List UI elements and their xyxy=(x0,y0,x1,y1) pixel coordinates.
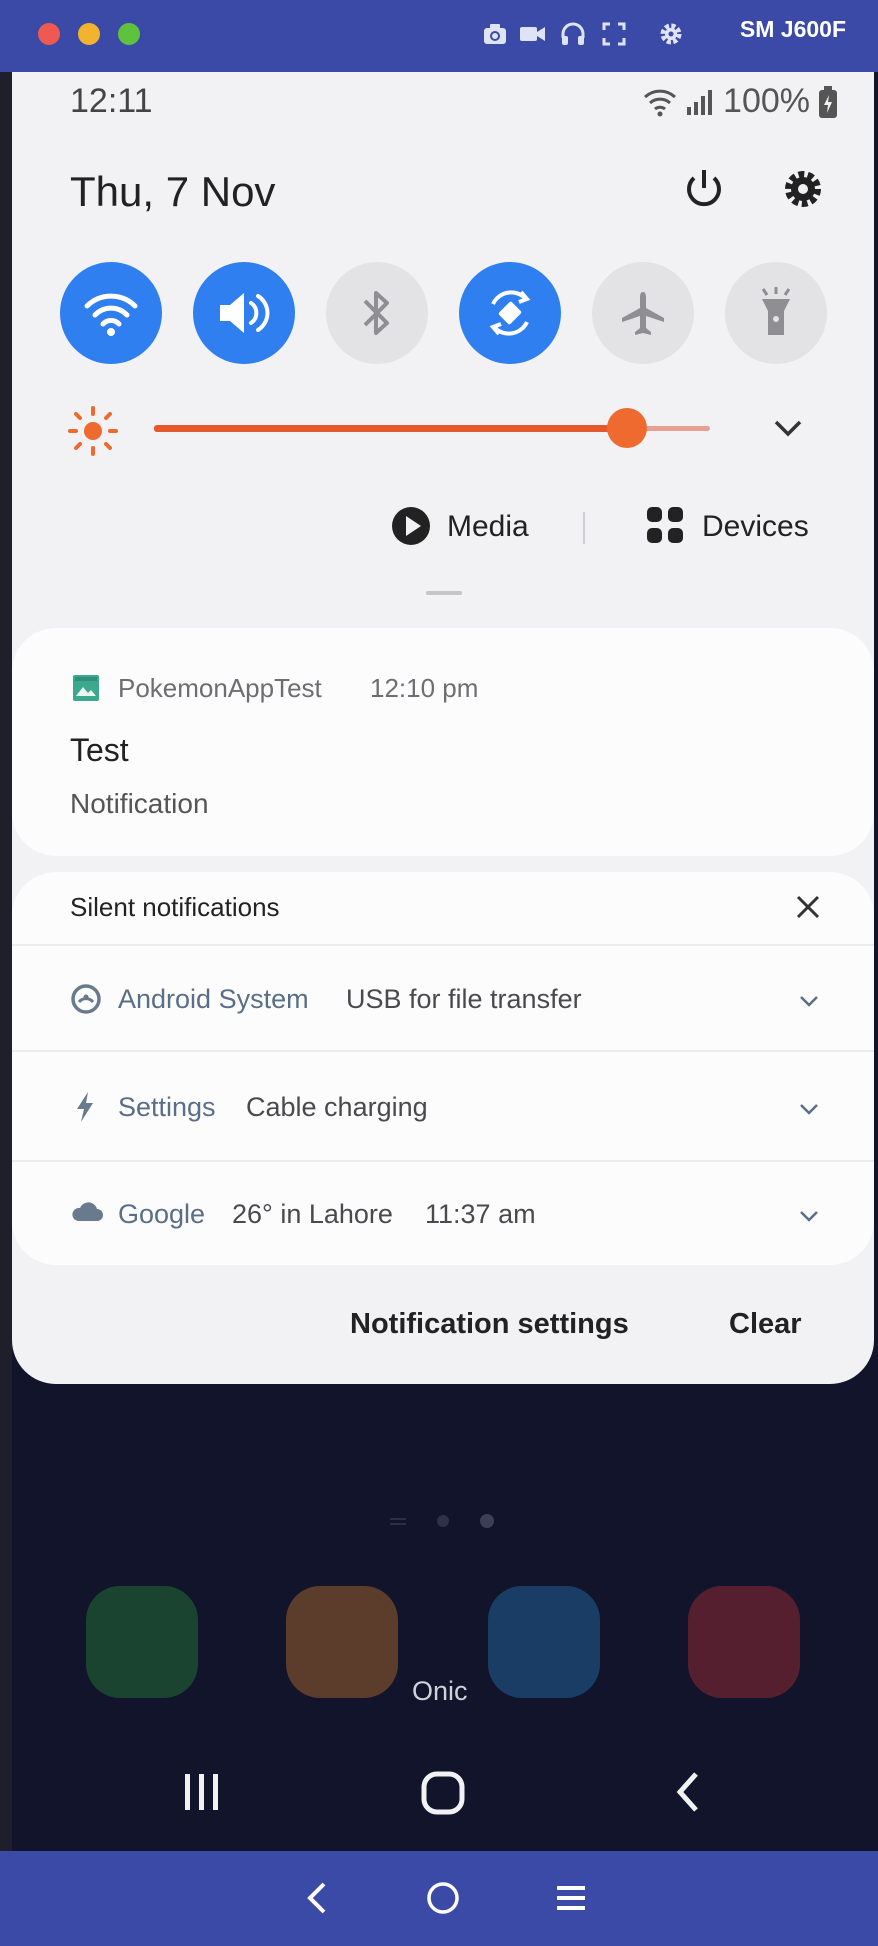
sound-toggle[interactable] xyxy=(193,262,295,364)
minimize-window-button[interactable] xyxy=(78,23,100,45)
wifi-toggle[interactable] xyxy=(60,262,162,364)
brightness-slider-thumb[interactable] xyxy=(606,408,647,448)
zoom-window-button[interactable] xyxy=(118,23,140,45)
page-indicator xyxy=(390,1514,500,1533)
fullscreen-icon[interactable] xyxy=(600,20,628,48)
notification-text: Notification xyxy=(70,788,209,819)
chevron-down-icon[interactable] xyxy=(798,994,820,1008)
close-window-button[interactable] xyxy=(38,23,60,45)
cloud-icon xyxy=(72,1202,103,1221)
media-button[interactable]: Media xyxy=(447,510,529,544)
row-app-name: Settings xyxy=(118,1092,216,1122)
status-time: 12:11 xyxy=(70,82,153,120)
row-text: USB for file transfer xyxy=(346,984,582,1014)
airplane-toggle[interactable] xyxy=(592,262,694,364)
headphones-icon[interactable] xyxy=(559,20,587,48)
wifi-status-icon xyxy=(644,89,677,116)
camera-app-icon[interactable] xyxy=(688,1586,800,1698)
media-play-icon[interactable] xyxy=(390,505,432,547)
chevron-down-icon[interactable] xyxy=(798,1209,820,1223)
date: Thu, 7 Nov xyxy=(70,168,276,215)
row-text: 26° in Lahore xyxy=(232,1199,393,1229)
row-text: Cable charging xyxy=(246,1092,428,1122)
signal-icon xyxy=(687,89,713,115)
camera-icon[interactable] xyxy=(481,20,509,48)
brightness-icon xyxy=(68,406,118,456)
battery-percent: 100% xyxy=(723,82,810,120)
battery-icon xyxy=(819,85,837,118)
device-name: SM J600F xyxy=(739,16,846,42)
notification-settings-button[interactable]: Notification settings xyxy=(350,1308,629,1341)
notification-title: Test xyxy=(70,732,129,768)
rotate-icon xyxy=(489,290,531,336)
video-icon[interactable] xyxy=(518,20,546,48)
row-app-name: Google xyxy=(118,1199,206,1229)
media-devices-divider xyxy=(583,512,585,544)
status-icons: 100% xyxy=(643,82,838,121)
bluetooth-toggle[interactable] xyxy=(326,262,428,364)
row-app-name: Android System xyxy=(118,984,309,1014)
bolt-icon xyxy=(77,1092,93,1122)
panel-drag-handle[interactable] xyxy=(426,591,462,595)
wifi-icon xyxy=(84,293,138,336)
home-folder-label[interactable]: Onic xyxy=(412,1676,468,1707)
flashlight-icon xyxy=(761,287,791,335)
flashlight-toggle[interactable] xyxy=(725,262,827,364)
notification-app-name: PokemonAppTest xyxy=(118,673,322,703)
menu-icon[interactable] xyxy=(555,1882,587,1914)
contacts-app-icon[interactable] xyxy=(286,1586,398,1698)
close-icon[interactable] xyxy=(794,893,822,921)
gear-icon[interactable] xyxy=(657,20,685,48)
back-icon[interactable] xyxy=(302,1880,332,1916)
auto-rotate-toggle[interactable] xyxy=(459,262,561,364)
brightness-slider-fill xyxy=(154,425,627,432)
volume-icon xyxy=(220,293,270,333)
back-icon[interactable] xyxy=(668,1770,712,1814)
devices-icon[interactable] xyxy=(645,505,685,545)
chevron-down-icon[interactable] xyxy=(798,1102,820,1116)
silent-notifications-title: Silent notifications xyxy=(70,892,280,922)
android-system-icon xyxy=(71,984,101,1014)
notification-time: 12:10 pm xyxy=(370,673,479,703)
clear-button[interactable]: Clear xyxy=(729,1308,802,1341)
phone-app-icon[interactable] xyxy=(86,1586,198,1698)
notification-card[interactable] xyxy=(12,628,874,856)
host-background-strip xyxy=(0,72,12,1851)
airplane-icon xyxy=(622,292,664,335)
messages-app-icon[interactable] xyxy=(488,1586,600,1698)
recent-apps-icon[interactable] xyxy=(180,1770,224,1814)
power-icon[interactable] xyxy=(680,166,728,214)
app-image-icon xyxy=(73,675,99,701)
settings-gear-icon[interactable] xyxy=(780,166,826,212)
row-time: 11:37 am xyxy=(425,1199,536,1229)
devices-button[interactable]: Devices xyxy=(702,510,809,544)
home-icon[interactable] xyxy=(420,1770,468,1818)
bluetooth-icon xyxy=(363,291,389,335)
home-circle-icon[interactable] xyxy=(425,1880,461,1916)
chevron-down-icon[interactable] xyxy=(772,416,804,440)
